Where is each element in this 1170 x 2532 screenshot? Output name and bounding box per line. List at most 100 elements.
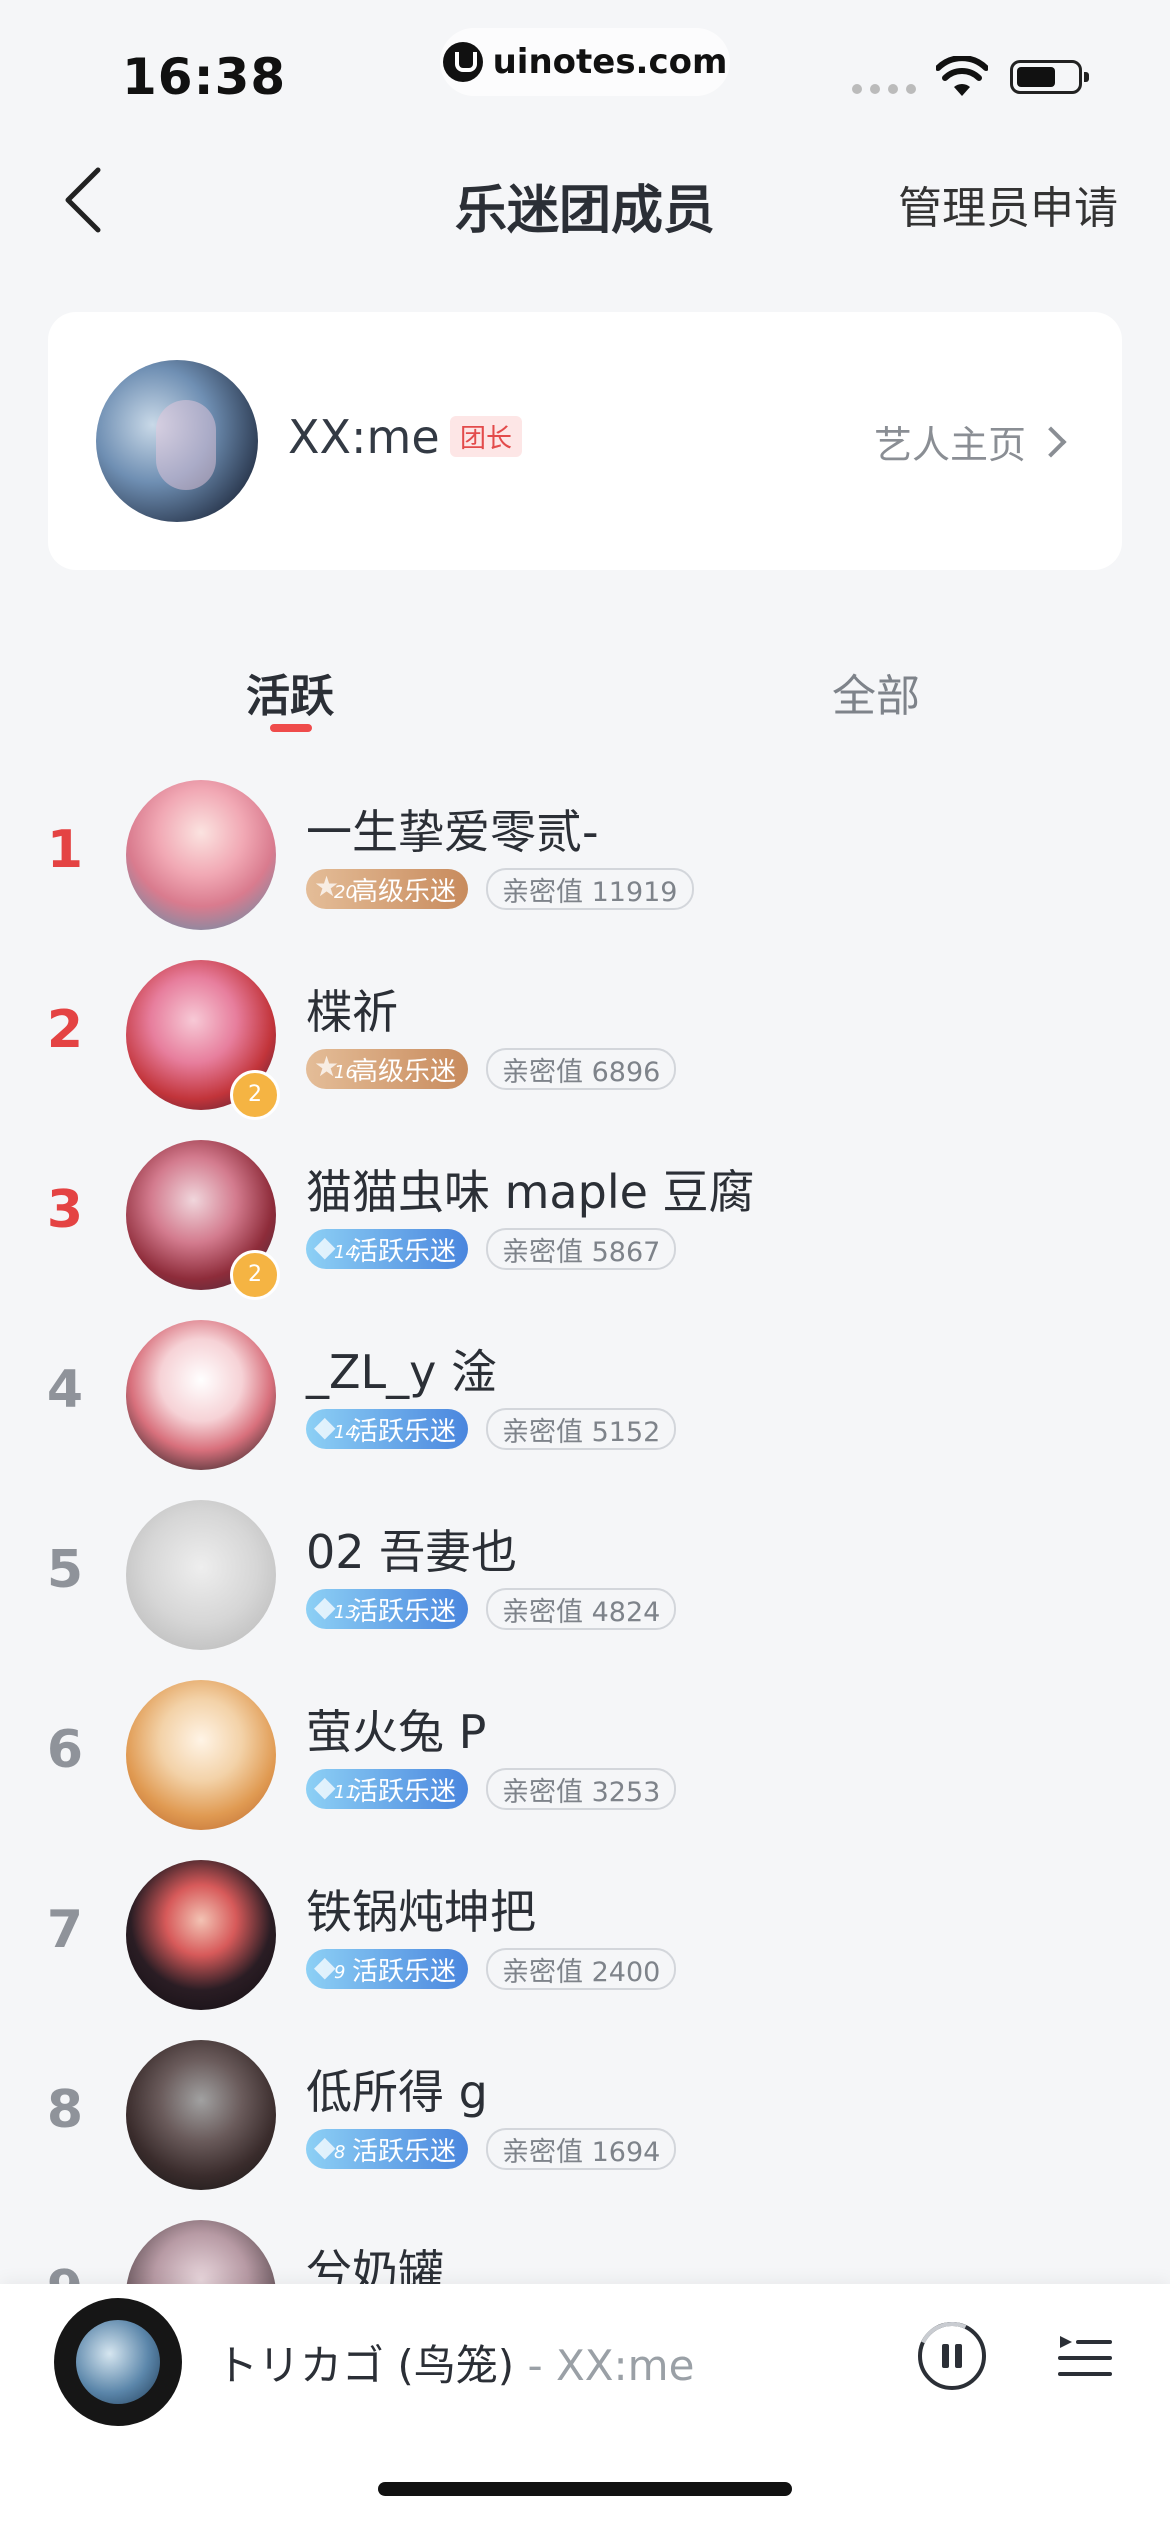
leader-name: XX:me — [288, 410, 440, 464]
rank-number: 4 — [46, 1360, 84, 1420]
member-name: 楪祈 — [306, 985, 398, 1039]
member-tags: 16 高级乐迷 亲密值 6896 — [306, 1048, 677, 1090]
avatar[interactable] — [126, 1680, 276, 1830]
member-tags: 8 活跃乐迷 亲密值 1694 — [306, 2128, 677, 2170]
avatar[interactable] — [126, 1500, 276, 1650]
rank-number: 7 — [46, 1900, 84, 1960]
level-label: 活跃乐迷 — [352, 1596, 457, 1627]
level-tag: 14 活跃乐迷 — [306, 1409, 469, 1449]
avatar[interactable] — [126, 2040, 276, 2190]
intimacy-value: 亲密值 5152 — [486, 1408, 677, 1450]
admin-apply-button[interactable]: 管理员申请 — [898, 172, 1118, 236]
artist-home-link[interactable]: 艺人主页 — [873, 414, 1067, 469]
level-tag: 20 高级乐迷 — [306, 869, 469, 909]
chevron-right-icon — [1035, 425, 1067, 458]
list-item[interactable]: 1 一生挚爱零贰- 20 高级乐迷 亲密值 11919 — [0, 770, 1170, 950]
level-tag: 8 活跃乐迷 — [306, 2129, 469, 2169]
home-indicator — [378, 2482, 792, 2496]
album-art[interactable] — [54, 2298, 182, 2426]
star-badge-icon: 2 — [230, 1250, 280, 1300]
rank-number: 2 — [46, 1000, 84, 1060]
leader-avatar[interactable] — [96, 360, 258, 522]
star-icon: 16 — [314, 1050, 357, 1084]
member-tags: 11 活跃乐迷 亲密值 3253 — [306, 1768, 677, 1810]
avatar[interactable] — [126, 780, 276, 930]
url-text: uinotes.com — [492, 42, 728, 82]
level-tag: 13 活跃乐迷 — [306, 1589, 469, 1629]
diamond-icon: 11 — [314, 1770, 357, 1804]
rank-number: 8 — [46, 2080, 84, 2140]
separator: - — [514, 2341, 556, 2390]
member-name: 萤火兔 P — [306, 1705, 487, 1759]
member-name: 低所得 g — [306, 2065, 488, 2119]
status-time: 16:38 — [122, 48, 287, 106]
avatar[interactable] — [126, 1860, 276, 2010]
level-label: 高级乐迷 — [352, 1056, 457, 1087]
intimacy-value: 亲密值 2400 — [486, 1948, 677, 1990]
diamond-icon: 13 — [314, 1590, 357, 1624]
leader-role-badge: 团长 — [450, 416, 523, 457]
member-tags: 14 活跃乐迷 亲密值 5867 — [306, 1228, 677, 1270]
wifi-icon — [936, 56, 988, 96]
rank-number: 5 — [46, 1540, 84, 1600]
diamond-icon: 14 — [314, 1230, 357, 1264]
list-item[interactable]: 5 02 吾妻也 13 活跃乐迷 亲密值 4824 — [0, 1490, 1170, 1670]
leader-card[interactable]: XX:me 团长 艺人主页 — [48, 312, 1122, 570]
list-item[interactable]: 8 低所得 g 8 活跃乐迷 亲密值 1694 — [0, 2030, 1170, 2210]
intimacy-value: 亲密值 5867 — [486, 1228, 677, 1270]
tab-active[interactable]: 活跃 — [246, 660, 334, 724]
diamond-icon: 14 — [314, 1410, 357, 1444]
list-item[interactable]: 7 铁锅炖坤把 9 活跃乐迷 亲密值 2400 — [0, 1850, 1170, 2030]
star-badge-icon: 2 — [230, 1070, 280, 1120]
playlist-icon[interactable] — [1056, 2330, 1112, 2382]
tab-bar: 活跃 全部 — [0, 650, 1170, 750]
level-tag: 14 活跃乐迷 — [306, 1229, 469, 1269]
member-name: 一生挚爱零贰- — [306, 805, 599, 859]
level-tag: 16 高级乐迷 — [306, 1049, 469, 1089]
intimacy-value: 亲密值 4824 — [486, 1588, 677, 1630]
level-label: 活跃乐迷 — [352, 1776, 457, 1807]
signal-icon — [852, 84, 916, 94]
member-tags: 9 活跃乐迷 亲密值 2400 — [306, 1948, 677, 1990]
intimacy-value: 亲密值 3253 — [486, 1768, 677, 1810]
intimacy-value: 亲密值 6896 — [486, 1048, 677, 1090]
level-tag: 11 活跃乐迷 — [306, 1769, 469, 1809]
list-item[interactable]: 3 2 猫猫虫味 maple 豆腐 14 活跃乐迷 亲密值 5867 — [0, 1130, 1170, 1310]
member-tags: 20 高级乐迷 亲密值 11919 — [306, 868, 694, 910]
member-name: 铁锅炖坤把 — [306, 1885, 536, 1939]
progress-ring — [908, 2312, 996, 2400]
level-label: 高级乐迷 — [352, 876, 457, 907]
rank-number: 3 — [46, 1180, 84, 1240]
level-tag: 9 活跃乐迷 — [306, 1949, 469, 1989]
artist-name: XX:me — [555, 2341, 695, 2390]
diamond-icon: 9 — [314, 1950, 348, 1984]
list-item[interactable]: 4 _ZL_y 淦 14 活跃乐迷 亲密值 5152 — [0, 1310, 1170, 1490]
member-name: 猫猫虫味 maple 豆腐 — [306, 1165, 755, 1219]
nav-bar: 乐迷团成员 管理员申请 — [0, 140, 1170, 260]
diamond-icon: 8 — [314, 2130, 348, 2164]
member-tags: 13 活跃乐迷 亲密值 4824 — [306, 1588, 677, 1630]
level-label: 活跃乐迷 — [352, 1416, 457, 1447]
level-label: 活跃乐迷 — [352, 1236, 457, 1267]
member-tags: 14 活跃乐迷 亲密值 5152 — [306, 1408, 677, 1450]
intimacy-value: 亲密值 1694 — [486, 2128, 677, 2170]
status-bar: 16:38 uinotes.com — [0, 0, 1170, 140]
artist-home-label: 艺人主页 — [873, 423, 1026, 467]
song-title: トリカゴ (鸟笼) — [216, 2341, 515, 2390]
star-icon: 20 — [314, 870, 357, 904]
rank-number: 6 — [46, 1720, 84, 1780]
tab-indicator — [270, 724, 312, 732]
now-playing-title: トリカゴ (鸟笼) - XX:me — [216, 2332, 694, 2393]
tab-all[interactable]: 全部 — [832, 660, 920, 724]
intimacy-value: 亲密值 11919 — [486, 868, 694, 910]
battery-icon — [1010, 60, 1089, 94]
site-logo-icon — [442, 42, 483, 82]
avatar[interactable] — [126, 1320, 276, 1470]
url-pill: uinotes.com — [440, 28, 730, 96]
list-item[interactable]: 6 萤火兔 P 11 活跃乐迷 亲密值 3253 — [0, 1670, 1170, 1850]
level-label: 活跃乐迷 — [352, 1956, 457, 1987]
member-name: _ZL_y 淦 — [306, 1345, 497, 1399]
list-item[interactable]: 2 2 楪祈 16 高级乐迷 亲密值 6896 — [0, 950, 1170, 1130]
rank-number: 1 — [46, 820, 84, 880]
level-label: 活跃乐迷 — [352, 2136, 457, 2167]
